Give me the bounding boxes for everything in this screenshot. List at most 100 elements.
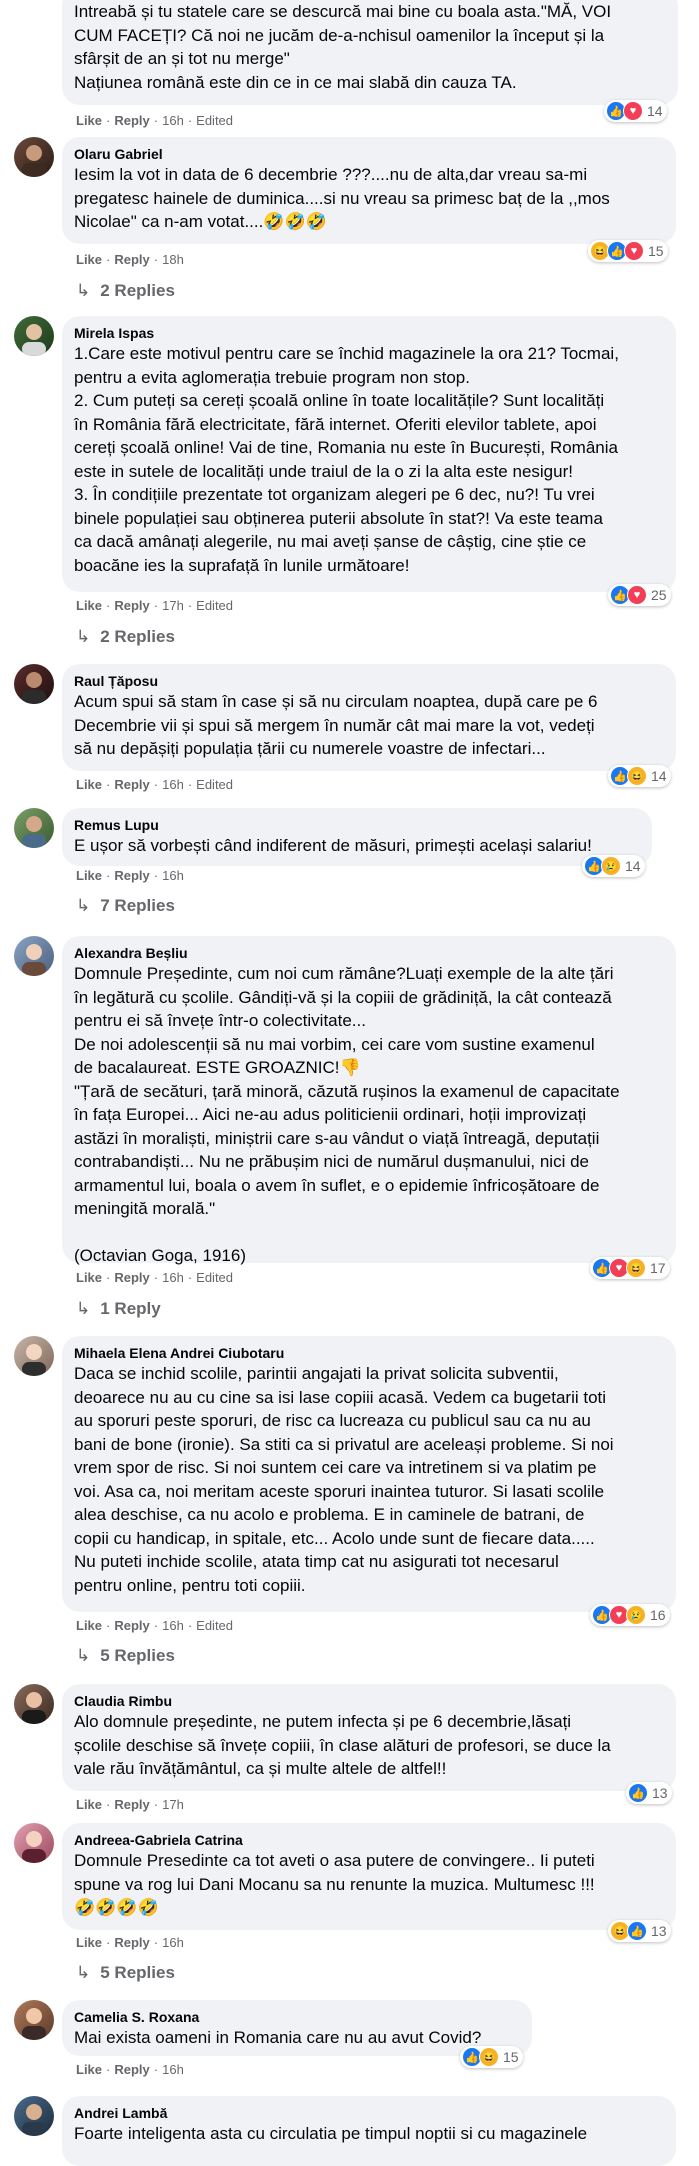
view-replies-link[interactable]: ↳ 2 Replies [76, 626, 175, 648]
comment-text: Mai exista oameni in Romania care nu au … [74, 2028, 482, 2047]
reply-link[interactable]: Reply [114, 2062, 149, 2077]
avatar[interactable] [14, 2096, 54, 2136]
comment-actions: Like · Reply · 16h [76, 868, 184, 883]
haha-reaction-icon: 😆 [479, 2047, 499, 2067]
reaction-summary[interactable]: 👍 😆 14 [608, 765, 671, 787]
timestamp[interactable]: 16h [162, 1935, 184, 1950]
comment-author[interactable]: Claudia Rimbu [74, 1692, 664, 1710]
reaction-summary[interactable]: 😆 👍 ♥ 15 [588, 240, 668, 262]
comment-bubble: Mihaela Elena Andrei Ciubotaru Daca se i… [62, 1336, 676, 1612]
comment-text: E ușor să vorbești când indiferent de mă… [74, 836, 592, 855]
reaction-count: 15 [648, 243, 664, 259]
comment-bubble: Olaru Gabriel Iesim la vot in data de 6 … [62, 137, 676, 244]
reaction-summary[interactable]: 👍 ♥ 😢 16 [590, 1604, 670, 1626]
like-link[interactable]: Like [76, 1618, 102, 1633]
comment-author[interactable]: Raul Țăposu [74, 672, 664, 690]
view-replies-link[interactable]: ↳ 2 Replies [76, 280, 175, 302]
reply-arrow-icon: ↳ [76, 1646, 91, 1665]
comment-author[interactable]: Remus Lupu [74, 816, 640, 834]
edited-label: Edited [196, 598, 234, 613]
reaction-summary[interactable]: 👍 😢 14 [582, 855, 645, 877]
like-link[interactable]: Like [76, 252, 102, 267]
reply-link[interactable]: Reply [114, 1270, 149, 1285]
reaction-summary[interactable]: 👍 ♥ 25 [608, 584, 671, 606]
like-link[interactable]: Like [76, 598, 102, 613]
like-link[interactable]: Like [76, 1270, 102, 1285]
avatar[interactable] [14, 1336, 54, 1376]
timestamp[interactable]: 17h [162, 1797, 184, 1812]
view-replies-link[interactable]: ↳ 5 Replies [76, 1645, 175, 1667]
love-reaction-icon: ♥ [623, 101, 643, 121]
like-link[interactable]: Like [76, 1797, 102, 1812]
reply-link[interactable]: Reply [114, 598, 149, 613]
reaction-count: 14 [625, 858, 641, 874]
timestamp[interactable]: 16h [162, 1270, 184, 1285]
reply-link[interactable]: Reply [114, 113, 149, 128]
reply-link[interactable]: Reply [114, 777, 149, 792]
timestamp[interactable]: 16h [162, 1618, 184, 1633]
reply-arrow-icon: ↳ [76, 1299, 91, 1318]
comment-author[interactable]: Mihaela Elena Andrei Ciubotaru [74, 1344, 664, 1362]
edited-label: Edited [196, 1270, 234, 1285]
view-replies-link[interactable]: ↳ 5 Replies [76, 1962, 175, 1984]
timestamp[interactable]: 18h [162, 252, 184, 267]
comment-text: Domnule Presedinte ca tot aveti o asa pu… [74, 1851, 595, 1917]
comment-actions: Like · Reply · 16h · Edited [76, 1270, 234, 1285]
comment-bubble: Mirela Ispas 1.Care este motivul pentru … [62, 316, 676, 592]
like-link[interactable]: Like [76, 868, 102, 883]
avatar[interactable] [14, 808, 54, 848]
comment-actions: Like · Reply · 16h · Edited [76, 777, 234, 792]
user-photo-icon [22, 944, 46, 976]
reaction-summary[interactable]: 👍 ♥ 14 [604, 100, 667, 122]
avatar[interactable] [14, 1823, 54, 1863]
reaction-count: 14 [651, 768, 667, 784]
comment-author[interactable]: Andreea-Gabriela Catrina [74, 1831, 664, 1849]
avatar[interactable] [14, 2000, 54, 2040]
like-link[interactable]: Like [76, 113, 102, 128]
comment-author[interactable]: Camelia S. Roxana [74, 2008, 520, 2026]
reaction-summary[interactable]: 👍 ♥ 😆 17 [590, 1257, 670, 1279]
avatar[interactable] [14, 1684, 54, 1724]
timestamp[interactable]: 16h [162, 777, 184, 792]
view-replies-link[interactable]: ↳ 7 Replies [76, 895, 175, 917]
comment-actions: Like · Reply · 16h [76, 2062, 184, 2077]
timestamp[interactable]: 16h [162, 868, 184, 883]
reply-link[interactable]: Reply [114, 868, 149, 883]
avatar[interactable] [14, 137, 54, 177]
sad-reaction-icon: 😢 [601, 856, 621, 876]
comment-bubble: Remus Lupu E ușor să vorbești când indif… [62, 808, 652, 866]
reaction-summary[interactable]: 👍 13 [626, 1782, 672, 1804]
comment-author[interactable]: Olaru Gabriel [74, 145, 664, 163]
reaction-summary[interactable]: 👍 😆 15 [460, 2046, 523, 2068]
comment-author[interactable]: Mirela Ispas [74, 324, 664, 342]
reply-link[interactable]: Reply [114, 1935, 149, 1950]
avatar[interactable] [14, 316, 54, 356]
comment-bubble: Camelia S. Roxana Mai exista oameni in R… [62, 2000, 532, 2056]
reply-link[interactable]: Reply [114, 252, 149, 267]
comment-author[interactable]: Alexandra Beșliu [74, 944, 664, 962]
timestamp[interactable]: 17h [162, 598, 184, 613]
edited-label: Edited [196, 113, 234, 128]
timestamp[interactable]: 16h [162, 113, 184, 128]
like-link[interactable]: Like [76, 777, 102, 792]
avatar[interactable] [14, 936, 54, 976]
replies-label: 5 Replies [100, 1963, 175, 1982]
reaction-summary[interactable]: 😆 👍 13 [608, 1920, 671, 1942]
like-link[interactable]: Like [76, 1935, 102, 1950]
love-reaction-icon: ♥ [627, 585, 647, 605]
like-reaction-icon: 👍 [628, 1783, 648, 1803]
haha-reaction-icon: 😆 [626, 1258, 646, 1278]
user-photo-icon [22, 1831, 46, 1863]
avatar[interactable] [14, 664, 54, 704]
replies-label: 5 Replies [100, 1646, 175, 1665]
reaction-count: 16 [650, 1607, 666, 1623]
view-replies-link[interactable]: ↳ 1 Reply [76, 1298, 161, 1320]
reaction-count: 14 [647, 103, 663, 119]
like-link[interactable]: Like [76, 2062, 102, 2077]
replies-label: 2 Replies [100, 627, 175, 646]
comment-author[interactable]: Andrei Lambă [74, 2104, 664, 2122]
reply-link[interactable]: Reply [114, 1797, 149, 1812]
reply-link[interactable]: Reply [114, 1618, 149, 1633]
user-photo-icon [22, 816, 46, 848]
timestamp[interactable]: 16h [162, 2062, 184, 2077]
